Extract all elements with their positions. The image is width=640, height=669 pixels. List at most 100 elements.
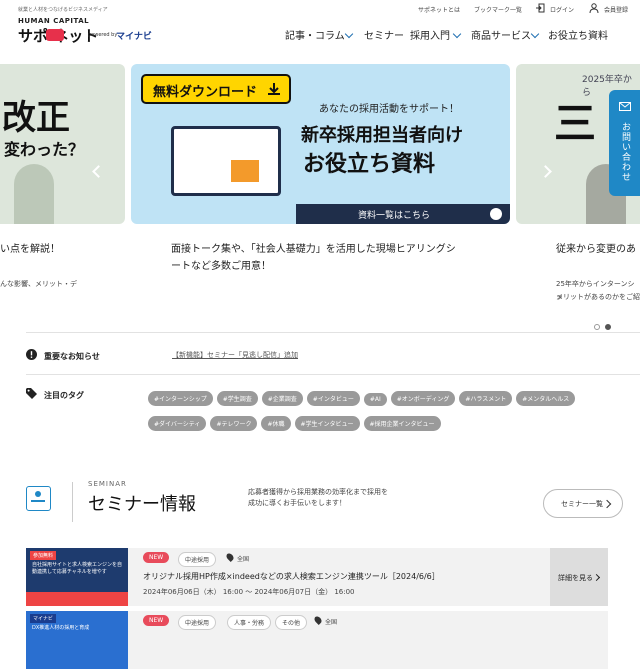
- caption-right-line1: 従来から変更のあ: [556, 244, 636, 255]
- logo-mark-icon: [46, 29, 64, 41]
- folder-illustration: [231, 160, 259, 182]
- divider: [26, 374, 640, 375]
- chevron-down-icon: [452, 29, 462, 39]
- tag-chip[interactable]: #学生調査: [216, 391, 258, 406]
- carousel-slide-current[interactable]: 無料ダウンロード あなたの採用活動をサポート！ 新卒採用担当者向け お役立ち資料…: [131, 64, 510, 224]
- new-badge: NEW: [143, 615, 170, 626]
- logo-mynavi: マイナビ: [116, 32, 152, 42]
- chevron-down-icon: [344, 29, 354, 39]
- chevron-right-icon: [592, 573, 601, 582]
- seminar-list-label: セミナー一覧: [561, 500, 603, 508]
- download-icon: [268, 83, 280, 95]
- member-icon[interactable]: [589, 3, 599, 13]
- thumb-band: [26, 592, 128, 606]
- tag-chip[interactable]: #企業調査: [261, 391, 303, 406]
- notice-label: 重要なお知らせ: [44, 352, 100, 361]
- seminar-row[interactable]: 参加無料 自社採用サイトと求人検索エンジンを自動連携して応募チャネルを増やす N…: [26, 548, 608, 606]
- seminar-list-button[interactable]: セミナー一覧: [543, 489, 623, 518]
- thumb-label: 参加無料: [30, 551, 57, 560]
- tag-list: #インターンシップ #学生調査 #企業調査 #インタビュー #AI #オンボーディング #ハ…: [148, 386, 618, 436]
- slide-center-subtitle: あなたの採用活動をサポート！: [319, 104, 459, 115]
- logo-powered-by: powered by: [88, 32, 118, 38]
- category-badge: 中途採用: [178, 615, 217, 630]
- nav-seminar[interactable]: セミナー: [364, 27, 404, 42]
- tag-chip[interactable]: #インタビュー: [306, 391, 360, 406]
- util-about-link[interactable]: サポネットとは: [418, 5, 460, 14]
- nav-documents[interactable]: お役立ち資料: [548, 27, 608, 42]
- seminar-row[interactable]: マイナビ DX推進人材の採用と育成 NEW 中途採用 人事・労務 その他 全国: [26, 611, 608, 669]
- location-text: 全国: [237, 556, 250, 563]
- document-list-label: 資料一覧はこちら: [358, 211, 431, 221]
- seminar-section-en: SEMINAR: [88, 480, 127, 488]
- caption-left-line1: い点を解説！: [0, 244, 60, 255]
- tag-chip[interactable]: #AI: [363, 393, 387, 406]
- contact-tab[interactable]: お問い合わせ: [609, 90, 640, 196]
- location-pin-icon: [225, 552, 235, 562]
- tag-chip[interactable]: #インターンシップ: [148, 391, 213, 406]
- tag-chip[interactable]: #ハラスメント: [459, 391, 513, 406]
- logo-tagline: 就業と人材をつなげるビジネスメディア: [18, 7, 108, 13]
- tag-chip[interactable]: #テレワーク: [210, 416, 258, 431]
- util-bookmark-link[interactable]: ブックマーク一覧: [474, 5, 522, 14]
- carousel-dot-active[interactable]: [605, 324, 611, 330]
- alert-icon: [26, 349, 37, 360]
- new-badge: NEW: [143, 552, 170, 563]
- person-illustration: [14, 164, 54, 224]
- carousel-slide-prev[interactable]: 改正 変わった？: [0, 64, 125, 224]
- seminar-section-desc: 応募者獲得から採用業務の効率化まで採用を成功に導くお手伝いをします！: [248, 488, 388, 507]
- tag-chip[interactable]: #オンボーディング: [390, 391, 456, 406]
- play-arrow-icon: [490, 208, 502, 220]
- category-badge: 中途採用: [178, 552, 217, 567]
- category-badge: その他: [275, 615, 308, 630]
- thumb-label: マイナビ: [30, 614, 56, 623]
- chevron-right-icon: [602, 499, 612, 509]
- tag-icon: [26, 388, 37, 399]
- util-member-link[interactable]: 会員登録: [604, 5, 628, 14]
- mail-icon: [619, 102, 631, 111]
- slide-center-title1: 新卒採用担当者向け: [301, 125, 463, 146]
- slide-center-title2: お役立ち資料: [303, 152, 436, 177]
- seminar-date: 2024年06月06日（木） 16:00 ～ 2024年06月07日（金） 16…: [143, 588, 355, 596]
- caption-center-line2: ートなど多数ご用意！: [171, 261, 271, 272]
- contact-label: お問い合わせ: [620, 122, 630, 182]
- caption-center-line1: 面接トーク集や、「社会人基礎力」を活用した現場ヒアリングシ: [171, 244, 456, 255]
- category-badge: 人事・労務: [227, 615, 272, 630]
- nav-recruit-intro[interactable]: 採用入門: [410, 27, 450, 42]
- caption-left-line2: んな影響、メリット・デ: [0, 280, 77, 288]
- tag-chip[interactable]: #学生インタビュー: [294, 416, 360, 431]
- seminar-title[interactable]: オリジナル採用HP作成×indeedなどの求人検索エンジン連携ツール［2024/…: [143, 571, 440, 582]
- tag-chip[interactable]: #休職: [261, 416, 291, 431]
- tag-chip[interactable]: #メンタルヘルス: [516, 391, 576, 406]
- thumb-title: DX推進人材の採用と育成: [32, 625, 90, 631]
- notice-link[interactable]: 【新機能】セミナー「見逃し配信」追加: [172, 350, 298, 360]
- logo-human-capital[interactable]: HUMAN CAPITAL: [18, 17, 89, 25]
- free-download-label: 無料ダウンロード: [153, 85, 258, 100]
- tags-label: 注目のタグ: [44, 391, 84, 400]
- tag-chip[interactable]: #採用企業インタビュー: [363, 416, 441, 431]
- site-header: 就業と人材をつなげるビジネスメディア HUMAN CAPITAL サポ ネット …: [0, 0, 640, 60]
- util-login-link[interactable]: ログイン: [550, 5, 574, 14]
- seminar-icon-desk: [31, 500, 45, 506]
- nav-articles[interactable]: 記事・コラム: [285, 27, 345, 42]
- seminar-section-title: セミナー情報: [88, 494, 196, 515]
- nav-services[interactable]: 商品サービス: [471, 27, 531, 42]
- document-monitor-illustration: [171, 126, 281, 196]
- document-list-bar[interactable]: 資料一覧はこちら: [296, 204, 510, 224]
- login-icon[interactable]: [535, 3, 545, 13]
- thumb-title: 自社採用サイトと求人検索エンジンを自動連携して応募チャネルを増やす: [32, 562, 123, 575]
- detail-button[interactable]: 詳細を見る: [550, 548, 608, 606]
- seminar-thumbnail: 参加無料 自社採用サイトと求人検索エンジンを自動連携して応募チャネルを増やす: [26, 548, 128, 606]
- location-text: 全国: [325, 619, 338, 626]
- seminar-thumbnail: マイナビ DX推進人材の採用と育成: [26, 611, 128, 669]
- detail-label: 詳細を見る: [558, 574, 593, 582]
- divider: [72, 482, 73, 522]
- carousel-dot[interactable]: [594, 324, 600, 330]
- seminar-icon: [26, 486, 51, 511]
- seminar-icon-head: [35, 491, 41, 497]
- caption-right-line3: メリットがあるのかをご紹: [556, 293, 640, 301]
- slide-left-subtitle: 変わった？: [4, 140, 85, 159]
- location-pin-icon: [313, 615, 323, 625]
- slide-left-title: 改正: [2, 98, 70, 138]
- tag-chip[interactable]: #ダイバーシティ: [148, 416, 207, 431]
- chevron-down-icon: [530, 29, 540, 39]
